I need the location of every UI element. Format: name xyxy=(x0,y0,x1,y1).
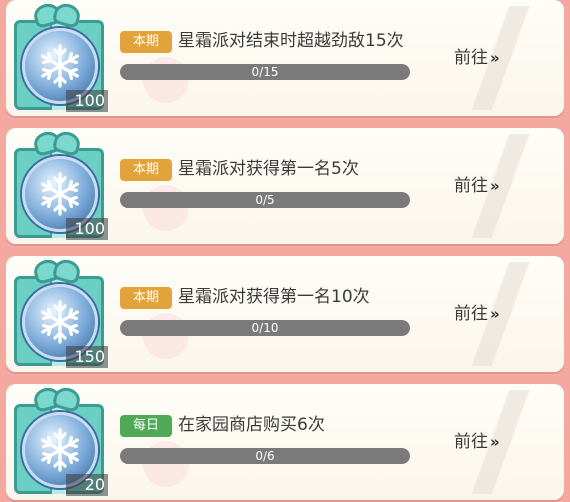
period-badge: 本期 xyxy=(120,159,172,181)
task-card: 20 每日 在家园商店购买6次 0/6 前往» xyxy=(6,384,564,500)
progress-bar: 0/6 xyxy=(120,448,410,464)
task-card: 100 本期 星霜派对结束时超越劲敌15次 0/15 前往» xyxy=(6,0,564,116)
daily-badge: 每日 xyxy=(120,415,172,437)
go-button[interactable]: 前往» xyxy=(454,430,500,454)
double-chevron-right-icon: » xyxy=(490,177,500,195)
task-card: 150 本期 星霜派对获得第一名10次 0/10 前往» xyxy=(6,256,564,372)
progress-text: 0/15 xyxy=(251,65,279,79)
gift-bow xyxy=(34,4,80,24)
period-badge: 本期 xyxy=(120,31,172,53)
progress-text: 0/10 xyxy=(251,321,279,335)
task-card: 100 本期 星霜派对获得第一名5次 0/5 前往» xyxy=(6,128,564,244)
go-label: 前往 xyxy=(454,432,488,452)
go-button[interactable]: 前往» xyxy=(454,46,500,70)
gift-bow xyxy=(34,388,80,408)
go-label: 前往 xyxy=(454,48,488,68)
go-label: 前往 xyxy=(454,304,488,324)
progress-bar: 0/15 xyxy=(120,64,410,80)
reward-amount: 150 xyxy=(66,346,108,368)
reward-amount: 100 xyxy=(66,218,108,240)
task-title: 星霜派对结束时超越劲敌15次 xyxy=(178,31,404,51)
go-button[interactable]: 前往» xyxy=(454,302,500,326)
progress-bar: 0/5 xyxy=(120,192,410,208)
reward-gift-icon: 100 xyxy=(8,132,108,240)
task-list: 100 本期 星霜派对结束时超越劲敌15次 0/15 前往» 100 本期 星霜… xyxy=(0,0,570,502)
progress-bar: 0/10 xyxy=(120,320,410,336)
progress-text: 0/5 xyxy=(255,193,275,207)
go-label: 前往 xyxy=(454,176,488,196)
reward-gift-icon: 100 xyxy=(8,4,108,112)
gift-bow xyxy=(34,260,80,280)
task-title: 在家园商店购买6次 xyxy=(178,415,325,435)
go-button[interactable]: 前往» xyxy=(454,174,500,198)
double-chevron-right-icon: » xyxy=(490,305,500,323)
reward-amount: 20 xyxy=(66,474,108,496)
reward-gift-icon: 20 xyxy=(8,388,108,496)
snowflake-icon xyxy=(41,172,79,216)
snowflake-icon xyxy=(41,300,79,344)
progress-text: 0/6 xyxy=(255,449,275,463)
task-title: 星霜派对获得第一名5次 xyxy=(178,159,359,179)
double-chevron-right-icon: » xyxy=(490,433,500,451)
task-title: 星霜派对获得第一名10次 xyxy=(178,287,370,307)
double-chevron-right-icon: » xyxy=(490,49,500,67)
reward-gift-icon: 150 xyxy=(8,260,108,368)
reward-amount: 100 xyxy=(66,90,108,112)
snowflake-icon xyxy=(41,44,79,88)
period-badge: 本期 xyxy=(120,287,172,309)
gift-bow xyxy=(34,132,80,152)
snowflake-icon xyxy=(41,428,79,472)
